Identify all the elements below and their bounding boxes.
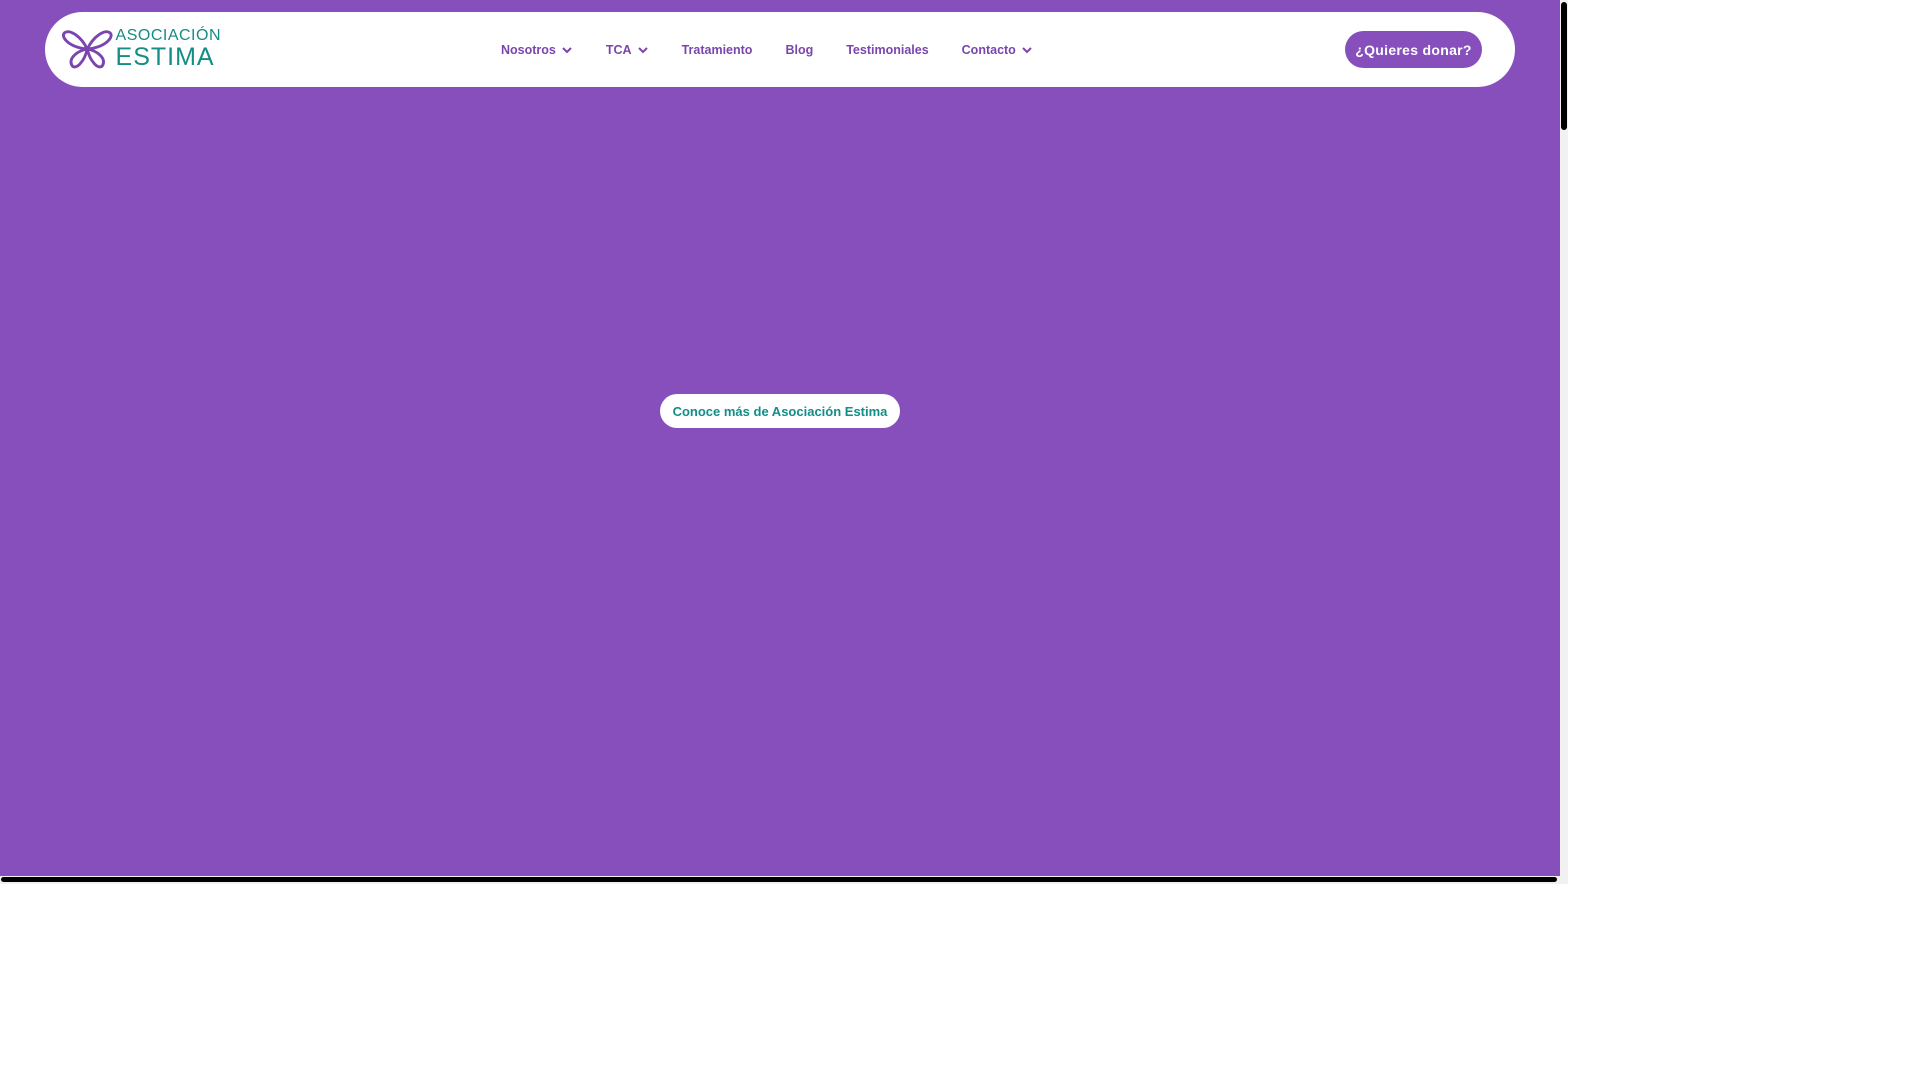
nav-item-tca[interactable]: TCA [606,43,649,57]
nav-item-label: Testimoniales [846,42,929,57]
header-navbar: ASOCIACIÓN ESTIMA Nosotros TCA Tratamien… [45,12,1515,87]
nav-item-label: TCA [605,42,632,57]
nav-item-nosotros[interactable]: Nosotros [501,43,573,57]
logo-line1: ASOCIACIÓN [115,27,221,44]
site-logo[interactable]: ASOCIACIÓN ESTIMA [61,24,221,74]
vertical-scrollbar[interactable] [1560,0,1568,884]
nav-item-label: Nosotros [501,42,556,57]
main-nav: Nosotros TCA Tratamiento Blog Testimonia… [501,12,1066,87]
horizontal-scrollbar-thumb[interactable] [1,877,1557,882]
butterfly-logo-icon [62,30,113,69]
nav-item-tratamiento[interactable]: Tratamiento [682,43,753,57]
vertical-scrollbar-thumb[interactable] [1561,2,1567,130]
learn-more-button[interactable]: Conoce más de Asociación Estima [660,394,900,428]
logo-text: ASOCIACIÓN ESTIMA [116,28,221,70]
chevron-down-icon [562,46,572,53]
chevron-down-icon [637,46,648,53]
chevron-down-icon [1022,46,1032,53]
nav-item-testimoniales[interactable]: Testimoniales [846,43,928,57]
nav-item-blog[interactable]: Blog [785,43,813,57]
page-background: ASOCIACIÓN ESTIMA Nosotros TCA Tratamien… [0,0,1560,884]
nav-item-label: Tratamiento [681,42,753,57]
nav-item-label: Contacto [961,42,1016,57]
logo-line2: ESTIMA [115,43,215,71]
donate-button[interactable]: ¿Quieres donar? [1345,31,1482,68]
nav-item-contacto[interactable]: Contacto [962,43,1033,57]
nav-item-label: Blog [785,42,814,57]
